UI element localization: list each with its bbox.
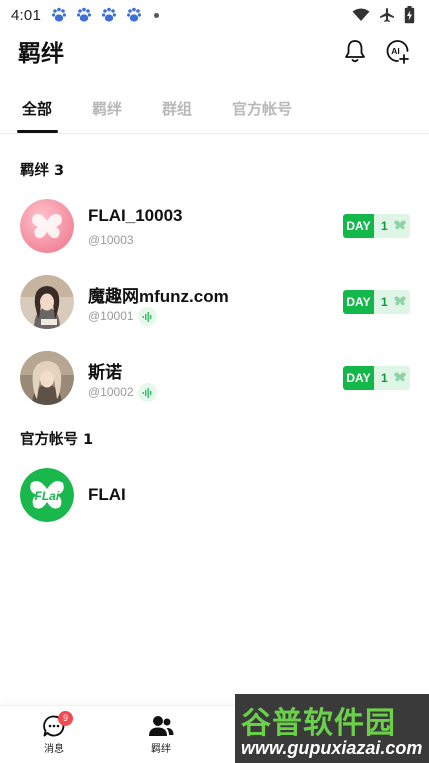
ai-add-icon[interactable]: AI: [385, 38, 411, 64]
tab-all[interactable]: 全部: [22, 98, 52, 119]
contact-handle: @10001: [88, 309, 134, 323]
section-title-bonds: 羁绊 3: [20, 163, 65, 179]
voice-wave-icon: [138, 307, 157, 326]
day-count: 1: [374, 214, 410, 238]
flai-logo-avatar: FLai: [20, 468, 74, 522]
wifi-icon: [352, 8, 370, 22]
day-count: 1: [374, 290, 410, 314]
avatar: [20, 199, 74, 253]
day-label: DAY: [343, 366, 374, 390]
nav-bonds[interactable]: 羁绊: [131, 714, 191, 755]
bond-day-badge: DAY 1: [343, 290, 410, 314]
day-count-value: 1: [381, 371, 388, 385]
nav-label: 消息: [44, 744, 64, 755]
watermark: 谷普软件园 www.gupuxiazai.com: [235, 694, 429, 763]
section-title-official: 官方帐号 1: [20, 432, 94, 448]
tab-bonds[interactable]: 羁绊: [92, 98, 122, 119]
status-time: 4:01: [11, 6, 41, 24]
notification-icons: [51, 7, 142, 23]
page-title: 羁绊: [18, 41, 64, 67]
nav-label: 羁绊: [151, 744, 171, 755]
day-label: DAY: [343, 214, 374, 238]
paw-notification-icon: [51, 7, 67, 23]
header: 羁绊 AI: [0, 30, 429, 72]
bell-icon[interactable]: [343, 38, 367, 64]
unread-badge: 9: [58, 711, 73, 726]
day-count-value: 1: [381, 219, 388, 233]
paw-notification-icon: [76, 7, 92, 23]
tab-bar: 全部 羁绊 群组 官方帐号: [0, 88, 429, 134]
butterfly-icon: [394, 219, 406, 233]
tab-official-accounts[interactable]: 官方帐号: [232, 98, 292, 119]
svg-text:FLai: FLai: [35, 489, 60, 503]
contact-name: 斯诺: [88, 363, 122, 382]
list-item[interactable]: FLAI_10003 @10003 DAY 1: [0, 190, 429, 262]
list-item[interactable]: 斯诺 @10002 DAY 1: [0, 342, 429, 414]
list-item[interactable]: FLai FLAI: [0, 459, 429, 531]
battery-charging-icon: [404, 6, 415, 24]
more-notifications-dot: [154, 12, 159, 18]
butterfly-icon: [394, 371, 406, 385]
contact-name: FLAI_10003: [88, 206, 183, 225]
paw-notification-icon: [101, 7, 117, 23]
bond-day-badge: DAY 1: [343, 366, 410, 390]
airplane-mode-icon: [379, 7, 395, 23]
svg-text:AI: AI: [391, 46, 400, 56]
paw-notification-icon: [126, 7, 142, 23]
tab-groups[interactable]: 群组: [162, 98, 192, 119]
avatar: [20, 275, 74, 329]
contact-handle: @10003: [88, 233, 134, 247]
contact-handle: @10002: [88, 385, 134, 399]
day-count: 1: [374, 366, 410, 390]
list-item[interactable]: 魔趣网mfunz.com @10001 DAY 1: [0, 266, 429, 338]
avatar: [20, 351, 74, 405]
official-account-name: FLAI: [88, 485, 126, 504]
butterfly-icon: [394, 295, 406, 309]
contact-name: 魔趣网mfunz.com: [88, 287, 229, 306]
day-count-value: 1: [381, 295, 388, 309]
voice-wave-icon: [138, 383, 157, 402]
bond-day-badge: DAY 1: [343, 214, 410, 238]
watermark-title: 谷普软件园: [241, 706, 396, 741]
day-label: DAY: [343, 290, 374, 314]
active-tab-indicator: [17, 130, 58, 133]
status-bar: 4:01: [0, 0, 429, 30]
people-icon: [149, 716, 174, 736]
nav-messages[interactable]: 9 消息: [24, 711, 84, 755]
watermark-url: www.gupuxiazai.com: [241, 738, 423, 758]
